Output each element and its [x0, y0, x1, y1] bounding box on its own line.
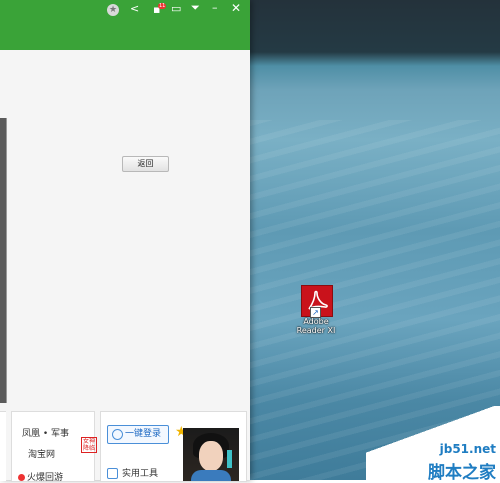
pdf-icon: ↗	[301, 285, 333, 318]
watermark-name: 脚本之家	[428, 463, 496, 483]
chat-icon[interactable]: ▭	[171, 3, 181, 15]
login-panel: 一键登录 ★ 实用工具	[100, 411, 247, 482]
settings-icon[interactable]: ★	[107, 4, 119, 16]
news-item-game[interactable]: 火爆回游	[18, 470, 63, 483]
left-panel-edge	[0, 411, 6, 481]
tools-link[interactable]: 实用工具	[107, 466, 158, 479]
title-bar[interactable]: ★ < ▪ 11 ▭ ⏷ – ✕	[0, 0, 250, 50]
news-panel: 凤凰 • 军事 淘宝网 火爆回游 女神 降临	[11, 411, 97, 483]
qq-icon	[112, 429, 123, 440]
tools-label: 实用工具	[122, 469, 159, 479]
desktop-icon-label: Adobe Reader XI	[291, 317, 341, 335]
news-item-taobao[interactable]: 淘宝网	[28, 447, 55, 460]
close-icon[interactable]: ✕	[231, 2, 241, 14]
notification-badge: 11	[158, 3, 167, 9]
minimize-icon[interactable]: –	[212, 2, 218, 14]
app-window: ★ < ▪ 11 ▭ ⏷ – ✕ 返回 凤凰 • 军事 淘宝网 火爆回游 女神 …	[0, 0, 250, 483]
login-button-label: 一键登录	[125, 429, 162, 439]
icon-label-line1: Adobe	[303, 317, 329, 326]
watermark-site: jb51.net	[439, 442, 496, 456]
avatar-image[interactable]	[183, 428, 239, 481]
avatar-body	[191, 470, 231, 481]
one-click-login-button[interactable]: 一键登录	[107, 425, 169, 444]
tools-icon	[107, 468, 118, 479]
avatar-earring	[227, 450, 232, 468]
dropdown-icon[interactable]: ⏷	[191, 2, 200, 14]
hot-tag-badge: 女神 降临	[81, 437, 97, 453]
news-item-game-label: 火爆回游	[27, 473, 64, 483]
watermark: jb51.net 脚本之家	[366, 406, 500, 483]
news-item-military[interactable]: 凤凰 • 军事	[22, 426, 69, 439]
share-icon[interactable]: <	[130, 3, 139, 15]
partial-image-strip	[0, 118, 7, 403]
back-button[interactable]: 返回	[122, 156, 169, 172]
icon-label-line2: Reader XI	[296, 326, 336, 335]
avatar-face	[199, 441, 223, 471]
